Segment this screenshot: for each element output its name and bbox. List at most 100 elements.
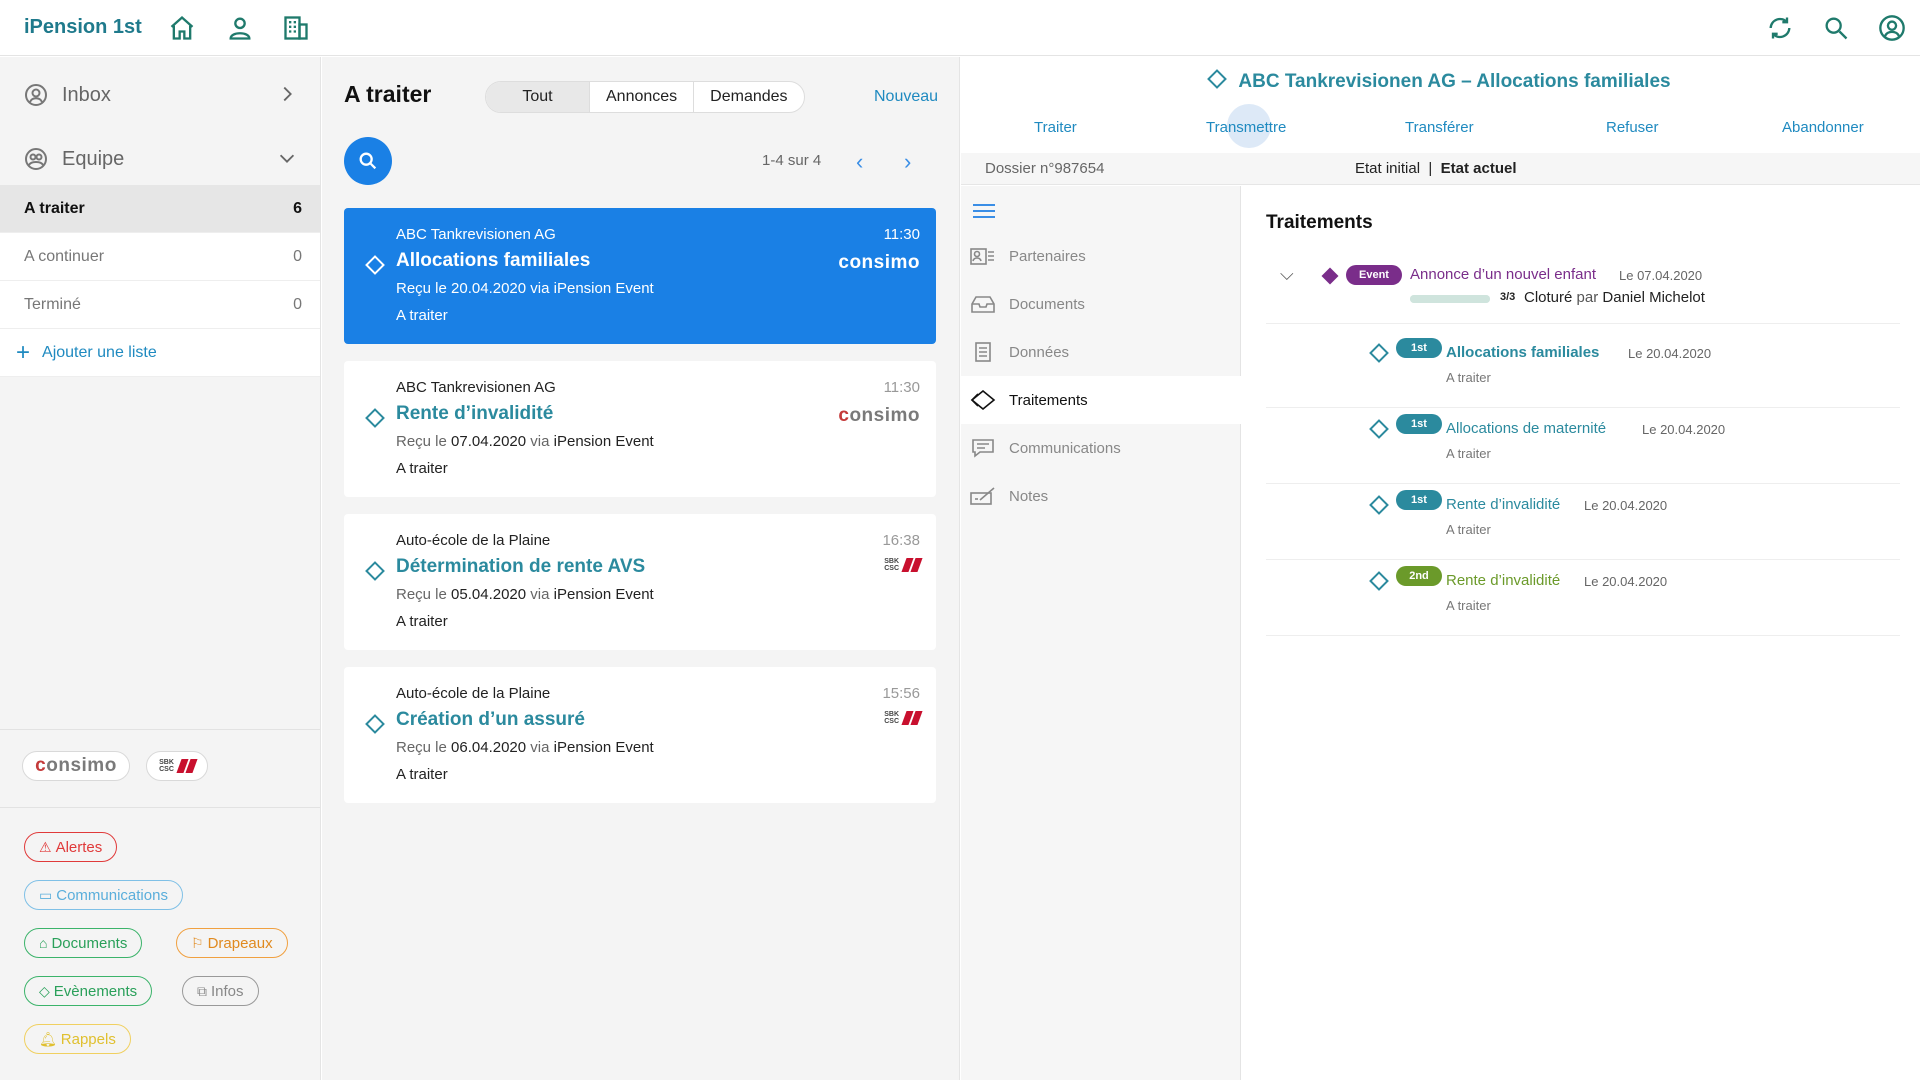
- treatment-title[interactable]: Rente d’invalidité: [1446, 496, 1560, 513]
- card-time: 15:56: [882, 685, 920, 702]
- diamond-icon: [365, 255, 385, 275]
- inbox-label: Inbox: [62, 83, 111, 106]
- nav-communications[interactable]: Communications: [961, 424, 1241, 472]
- flag-icon: ⚐: [191, 934, 204, 951]
- task-card[interactable]: ABC Tankrevisionen AG 11:30 Allocations …: [344, 208, 936, 344]
- sbk-logo: SBK CSC: [884, 558, 923, 572]
- etat-actuel-tab[interactable]: Etat actuel: [1441, 160, 1517, 177]
- new-button[interactable]: Nouveau: [874, 88, 938, 106]
- nav-label: Communications: [1009, 439, 1121, 457]
- nav-documents[interactable]: Documents: [961, 280, 1241, 328]
- consimo-filter[interactable]: consimo: [22, 751, 130, 781]
- tag-label: Communications: [56, 886, 168, 904]
- search-icon[interactable]: [1820, 12, 1852, 44]
- diamond-icon: [365, 561, 385, 581]
- nav-label: Documents: [1009, 295, 1085, 313]
- event-title: Annonce d’un nouvel enfant: [1410, 266, 1596, 283]
- action-abandonner[interactable]: Abandonner: [1782, 119, 1864, 136]
- note-pen-icon: [969, 485, 997, 507]
- add-list-label: Ajouter une liste: [42, 343, 157, 361]
- sbk-filter[interactable]: SBK CSC: [146, 751, 208, 781]
- treatment-row[interactable]: 1st Rente d’invalidité Le 20.04.2020 A t…: [1266, 484, 1900, 560]
- etat-initial-tab[interactable]: Etat initial: [1355, 160, 1420, 177]
- diamond-icon: [365, 714, 385, 734]
- task-card[interactable]: Auto-école de la Plaine 16:38 Déterminat…: [344, 514, 936, 650]
- detail-title: ABC Tankrevisionen AG – Allocations fami…: [961, 69, 1920, 93]
- chevron-left-icon: ‹: [856, 149, 864, 174]
- treatment-title[interactable]: Allocations de maternité: [1446, 420, 1606, 437]
- treatment-title[interactable]: Allocations familiales: [1446, 344, 1599, 361]
- sidebar-item-label: A continuer: [24, 247, 105, 265]
- tag-evenements[interactable]: ◇ Evènements: [24, 976, 153, 1006]
- tag-rappels[interactable]: 🔔︎ Rappels: [24, 1024, 131, 1054]
- treatment-title[interactable]: Rente d’invalidité: [1446, 572, 1560, 589]
- sidebar-item-a-traiter[interactable]: A traiter 6: [0, 185, 320, 233]
- partners-icon: [969, 245, 997, 267]
- nav-notes[interactable]: Notes: [961, 472, 1241, 520]
- nav-label: Données: [1009, 343, 1070, 361]
- menu-icon[interactable]: [973, 204, 995, 222]
- tag-label: Documents: [51, 934, 128, 952]
- equipe-section[interactable]: Equipe: [0, 129, 320, 189]
- card-time: 11:30: [883, 226, 920, 243]
- next-page-button[interactable]: ›: [904, 149, 911, 175]
- treatment-state: A traiter: [1446, 446, 1491, 461]
- nav-partenaires[interactable]: Partenaires: [961, 232, 1241, 280]
- card-org: ABC Tankrevisionen AG: [396, 226, 556, 243]
- chevron-down-icon[interactable]: ⌵: [1280, 264, 1294, 285]
- event-row[interactable]: ⌵ Event Annonce d’un nouvel enfant Le 07…: [1266, 258, 1900, 324]
- account-icon[interactable]: [1876, 12, 1908, 44]
- filter-tout[interactable]: Tout: [486, 82, 590, 112]
- treatment-row[interactable]: 2nd Rente d’invalidité Le 20.04.2020 A t…: [1266, 560, 1900, 636]
- action-transmettre[interactable]: Transmettre: [1206, 119, 1286, 136]
- sidebar-item-a-continuer[interactable]: A continuer 0: [0, 233, 320, 281]
- dossier-bar: Dossier n°987654 Etat initial | Etat act…: [961, 153, 1920, 185]
- sidebar-item-count: 6: [293, 199, 302, 217]
- event-progress-bar: [1410, 295, 1490, 303]
- filter-annonces[interactable]: Annonces: [590, 82, 695, 112]
- tag-communications[interactable]: ▭ Communications: [24, 880, 183, 910]
- home-icon[interactable]: [166, 12, 198, 44]
- diamond-icon: [1369, 419, 1389, 439]
- app-title: iPension 1st: [24, 16, 142, 38]
- treatment-badge: 2nd: [1396, 566, 1442, 586]
- task-card[interactable]: ABC Tankrevisionen AG 11:30 Rente d’inva…: [344, 361, 936, 497]
- task-card[interactable]: Auto-école de la Plaine 15:56 Création d…: [344, 667, 936, 803]
- action-transferer[interactable]: Transférer: [1405, 119, 1474, 136]
- tag-drapeaux[interactable]: ⚐ Drapeaux: [176, 928, 288, 958]
- tag-label: Evènements: [53, 982, 138, 1000]
- inbox-section[interactable]: Inbox: [0, 65, 320, 125]
- prev-page-button[interactable]: ‹: [856, 149, 863, 175]
- card-org: ABC Tankrevisionen AG: [396, 379, 556, 396]
- card-subject: Rente d’invalidité: [396, 403, 554, 424]
- nav-donnees[interactable]: Données: [961, 328, 1241, 376]
- add-list-button[interactable]: + Ajouter une liste: [0, 329, 320, 377]
- sync-icon[interactable]: [1764, 12, 1796, 44]
- tag-alertes[interactable]: ⚠ Alertes: [24, 832, 118, 862]
- diamond-icon: [1207, 69, 1228, 89]
- tag-label: Alertes: [55, 838, 103, 856]
- document-icon: [969, 341, 997, 363]
- chevron-right-icon: ›: [904, 149, 912, 174]
- info-icon: ⧉: [197, 982, 207, 999]
- consimo-logo: consimo: [838, 405, 920, 426]
- treatment-row[interactable]: 1st Allocations de maternité Le 20.04.20…: [1266, 408, 1900, 484]
- sidebar-item-termine[interactable]: Terminé 0: [0, 281, 320, 329]
- tag-infos[interactable]: ⧉ Infos: [182, 976, 259, 1006]
- event-closed: Cloturé par Daniel Michelot: [1524, 289, 1705, 306]
- search-icon: [359, 152, 377, 170]
- filter-demandes[interactable]: Demandes: [694, 82, 803, 112]
- treatment-state: A traiter: [1446, 598, 1491, 613]
- card-state: A traiter: [396, 307, 448, 324]
- treatment-row[interactable]: 1st Allocations familiales Le 20.04.2020…: [1266, 332, 1900, 408]
- consimo-logo: consimo: [35, 755, 117, 776]
- building-icon[interactable]: [280, 12, 312, 44]
- action-refuser[interactable]: Refuser: [1606, 119, 1659, 136]
- person-icon[interactable]: [224, 12, 256, 44]
- action-traiter[interactable]: Traiter: [1034, 119, 1077, 136]
- nav-traitements[interactable]: Traitements: [961, 376, 1241, 424]
- tag-documents[interactable]: ⌂ Documents: [24, 928, 143, 958]
- search-button[interactable]: [344, 137, 392, 185]
- treatment-badge: 1st: [1396, 338, 1442, 358]
- card-org: Auto-école de la Plaine: [396, 685, 551, 702]
